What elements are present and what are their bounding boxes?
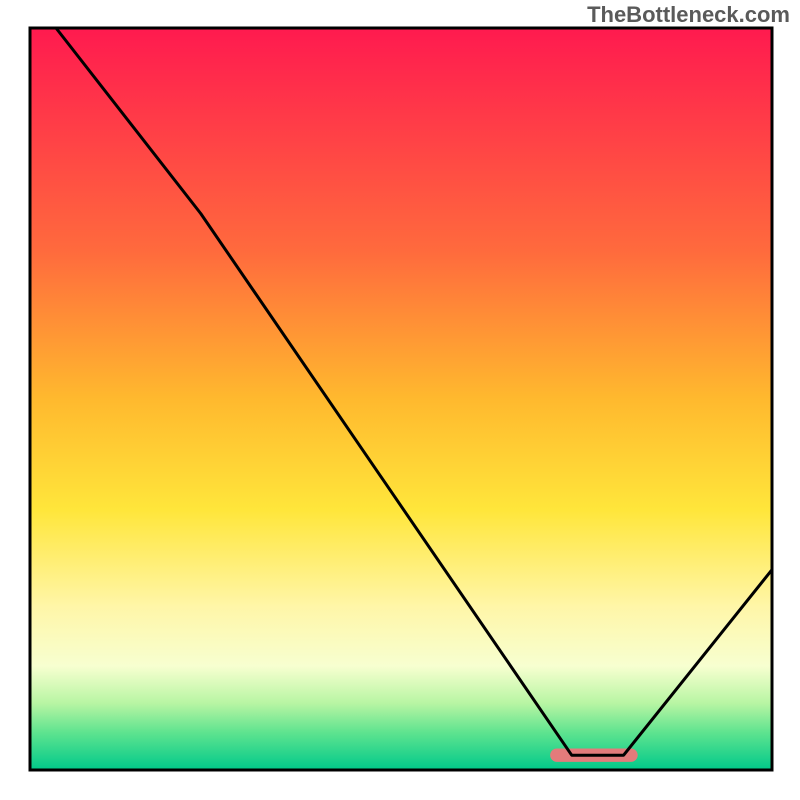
chart-container: TheBottleneck.com	[0, 0, 800, 800]
bottleneck-chart	[0, 0, 800, 800]
watermark-text: TheBottleneck.com	[587, 2, 790, 28]
